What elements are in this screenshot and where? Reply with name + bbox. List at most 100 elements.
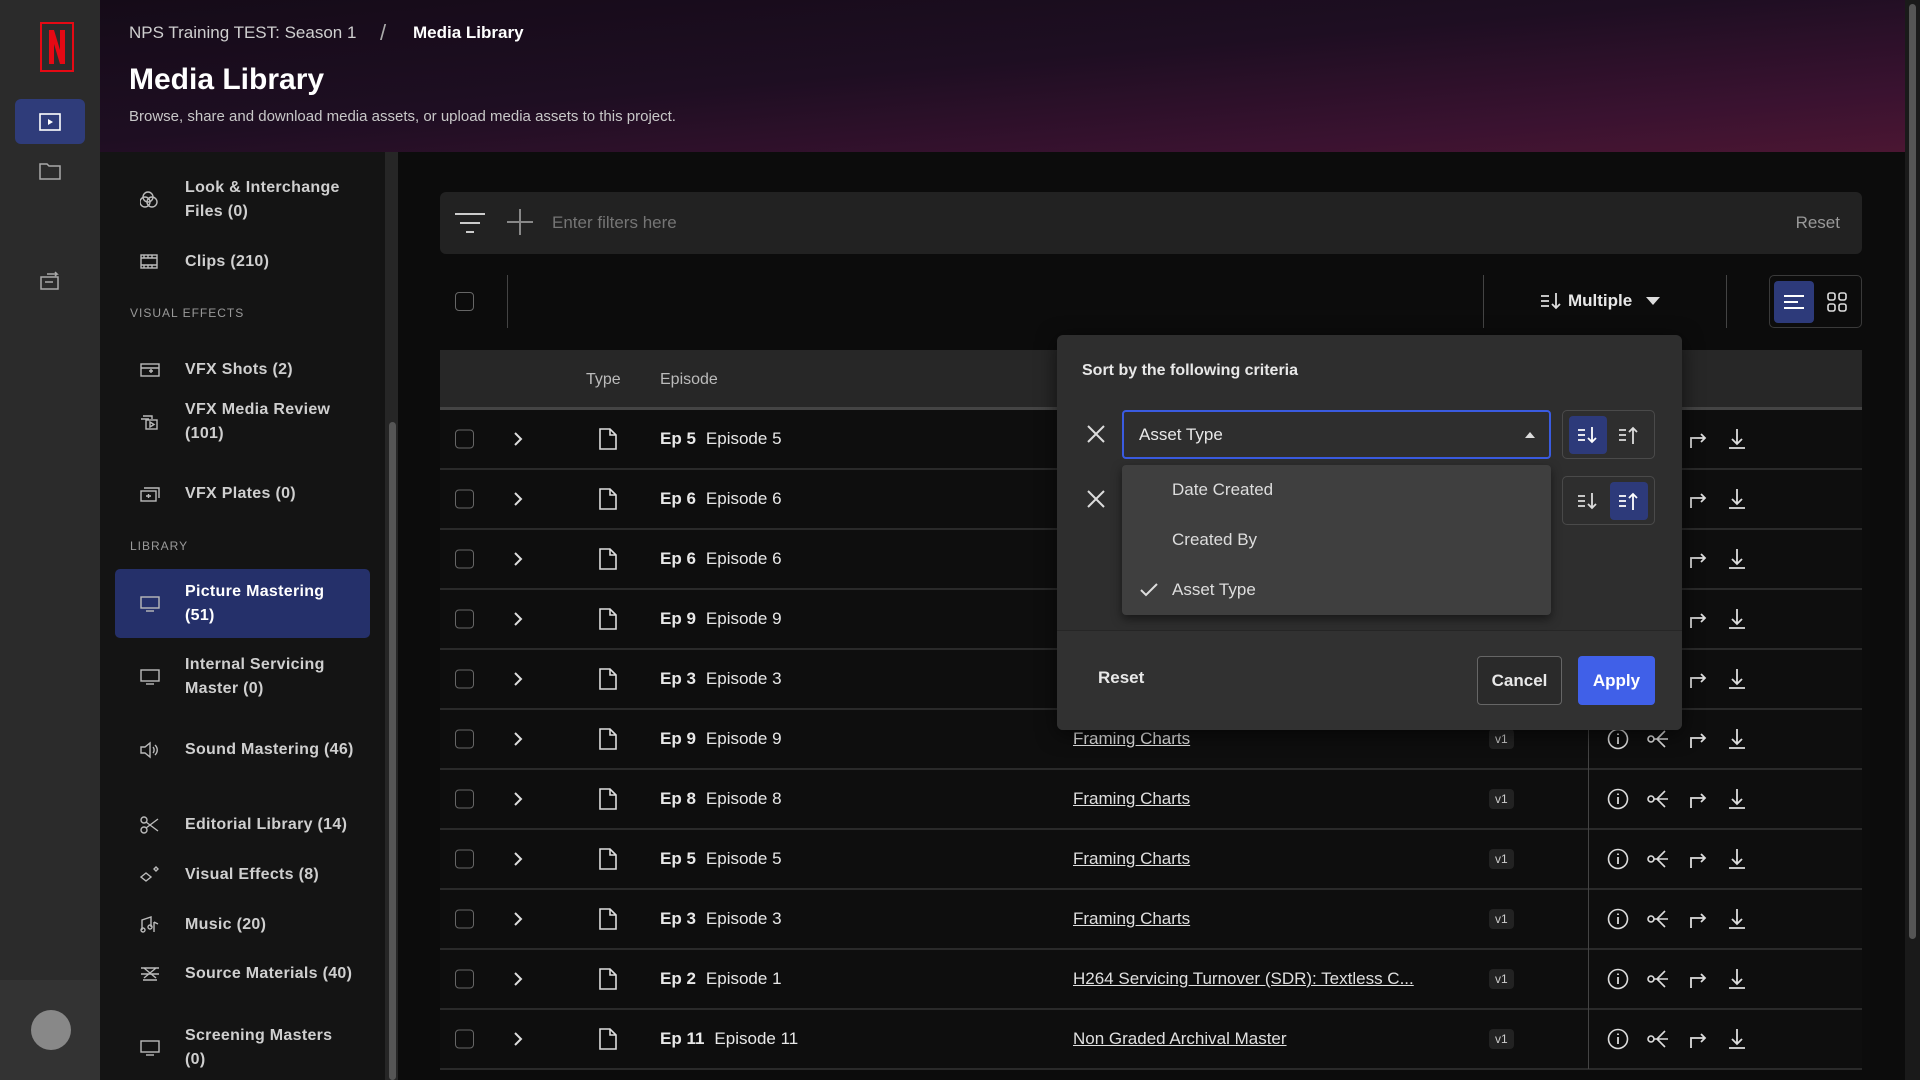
sidebar-item[interactable]: Look & Interchange Files (0) — [115, 176, 370, 224]
asset-name-link[interactable]: Framing Charts — [1073, 909, 1190, 929]
download-icon[interactable] — [1727, 1028, 1747, 1050]
add-filter-icon[interactable] — [507, 209, 533, 235]
row-checkbox[interactable] — [455, 609, 474, 629]
share-icon[interactable] — [1647, 789, 1669, 809]
apply-button[interactable]: Apply — [1578, 656, 1655, 705]
chevron-right-icon[interactable] — [513, 431, 523, 447]
sidebar-item[interactable]: Clips (210) — [115, 238, 370, 286]
sort-dropdown[interactable]: Multiple — [1540, 291, 1661, 311]
table-row[interactable]: Ep 8 Episode 8 Framing Charts v1 — [440, 769, 1862, 830]
table-row[interactable]: Ep 11 Episode 11 Non Graded Archival Maste… — [440, 1009, 1862, 1070]
chevron-right-icon[interactable] — [513, 971, 523, 987]
share-icon[interactable] — [1647, 969, 1669, 989]
chevron-right-icon[interactable] — [513, 671, 523, 687]
cancel-button[interactable]: Cancel — [1477, 656, 1562, 705]
asset-name-link[interactable]: Framing Charts — [1073, 849, 1190, 869]
chevron-right-icon[interactable] — [513, 1031, 523, 1047]
table-row[interactable]: Ep 2 Episode 1 H264 Servicing Turnover (SD… — [440, 949, 1862, 1010]
download-icon[interactable] — [1727, 668, 1747, 690]
asset-name-link[interactable]: Framing Charts — [1073, 789, 1190, 809]
sidebar-item[interactable]: Internal Servicing Master (0) — [115, 653, 370, 701]
row-checkbox[interactable] — [455, 729, 474, 749]
forward-icon[interactable] — [1688, 789, 1708, 809]
share-icon[interactable] — [1647, 1029, 1669, 1049]
sidebar-item[interactable]: VFX Media Review (101) — [115, 398, 370, 446]
sort-ascending-button[interactable] — [1610, 481, 1649, 520]
download-icon[interactable] — [1727, 428, 1747, 450]
filter-input[interactable] — [552, 208, 1452, 238]
column-type[interactable]: Type — [586, 371, 621, 389]
download-icon[interactable] — [1727, 608, 1747, 630]
info-icon[interactable] — [1607, 1028, 1629, 1050]
row-checkbox[interactable] — [455, 969, 474, 989]
table-row[interactable]: Ep 5 Episode 5 Framing Charts v1 — [440, 829, 1862, 890]
info-icon[interactable] — [1607, 728, 1629, 750]
page-scrollbar[interactable] — [1905, 0, 1920, 1080]
chevron-right-icon[interactable] — [513, 911, 523, 927]
download-icon[interactable] — [1727, 548, 1747, 570]
row-checkbox[interactable] — [455, 909, 474, 929]
info-icon[interactable] — [1607, 848, 1629, 870]
row-checkbox[interactable] — [455, 789, 474, 809]
forward-icon[interactable] — [1688, 609, 1708, 629]
forward-icon[interactable] — [1688, 729, 1708, 749]
remove-criterion-button[interactable] — [1087, 425, 1105, 443]
forward-icon[interactable] — [1688, 549, 1708, 569]
forward-icon[interactable] — [1688, 1029, 1708, 1049]
share-icon[interactable] — [1647, 909, 1669, 929]
forward-icon[interactable] — [1688, 909, 1708, 929]
sidebar-item[interactable]: VFX Plates (0) — [115, 470, 370, 518]
sidebar-item[interactable]: Source Materials (40) — [115, 950, 370, 998]
nav-media-library[interactable] — [15, 99, 85, 144]
sort-descending-button[interactable] — [1568, 415, 1607, 454]
list-view-button[interactable] — [1774, 280, 1815, 323]
sort-option[interactable]: Date Created — [1122, 465, 1551, 515]
chevron-right-icon[interactable] — [513, 791, 523, 807]
row-checkbox[interactable] — [455, 669, 474, 689]
chevron-right-icon[interactable] — [513, 851, 523, 867]
asset-name-link[interactable]: Non Graded Archival Master — [1073, 1029, 1287, 1049]
column-episode[interactable]: Episode — [660, 371, 718, 389]
row-checkbox[interactable] — [455, 429, 474, 449]
info-icon[interactable] — [1607, 908, 1629, 930]
chevron-right-icon[interactable] — [513, 491, 523, 507]
sidebar-item[interactable]: Visual Effects (8) — [115, 851, 370, 899]
asset-name-link[interactable]: H264 Servicing Turnover (SDR): Textless … — [1073, 969, 1414, 989]
asset-name-link[interactable]: Framing Charts — [1073, 729, 1190, 749]
breadcrumb-project[interactable]: NPS Training TEST: Season 1 — [129, 23, 356, 43]
info-icon[interactable] — [1607, 968, 1629, 990]
sort-option[interactable]: Asset Type — [1122, 565, 1551, 615]
avatar[interactable] — [31, 1010, 71, 1050]
download-icon[interactable] — [1727, 908, 1747, 930]
download-icon[interactable] — [1727, 848, 1747, 870]
filter-reset-button[interactable]: Reset — [1796, 213, 1840, 233]
sidebar-scroll-thumb[interactable] — [389, 422, 396, 1080]
remove-criterion-button[interactable] — [1087, 490, 1105, 508]
chevron-right-icon[interactable] — [513, 551, 523, 567]
share-icon[interactable] — [1647, 849, 1669, 869]
download-icon[interactable] — [1727, 728, 1747, 750]
sort-ascending-button[interactable] — [1610, 416, 1648, 454]
row-checkbox[interactable] — [455, 549, 474, 569]
download-icon[interactable] — [1727, 488, 1747, 510]
info-icon[interactable] — [1607, 788, 1629, 810]
nav-deliveries[interactable] — [15, 258, 85, 303]
chevron-right-icon[interactable] — [513, 731, 523, 747]
table-row[interactable]: Ep 3 Episode 3 Framing Charts v1 — [440, 889, 1862, 950]
sort-descending-button[interactable] — [1569, 482, 1607, 520]
share-icon[interactable] — [1647, 729, 1669, 749]
forward-icon[interactable] — [1688, 669, 1708, 689]
filter-icon[interactable] — [455, 212, 485, 234]
sidebar-item[interactable]: Picture Mastering (51) — [115, 569, 370, 638]
row-checkbox[interactable] — [455, 849, 474, 869]
sort-option[interactable]: Created By — [1122, 515, 1551, 565]
row-checkbox[interactable] — [455, 1029, 474, 1049]
page-scroll-thumb[interactable] — [1909, 4, 1916, 939]
sort-criterion-select[interactable]: Asset Type — [1122, 410, 1551, 459]
sidebar-item[interactable]: VFX Shots (2) — [115, 346, 370, 394]
forward-icon[interactable] — [1688, 849, 1708, 869]
forward-icon[interactable] — [1688, 969, 1708, 989]
sidebar-item[interactable]: Music (20) — [115, 901, 370, 949]
netflix-logo[interactable] — [40, 22, 74, 72]
sidebar-item[interactable]: Editorial Library (14) — [115, 801, 370, 849]
